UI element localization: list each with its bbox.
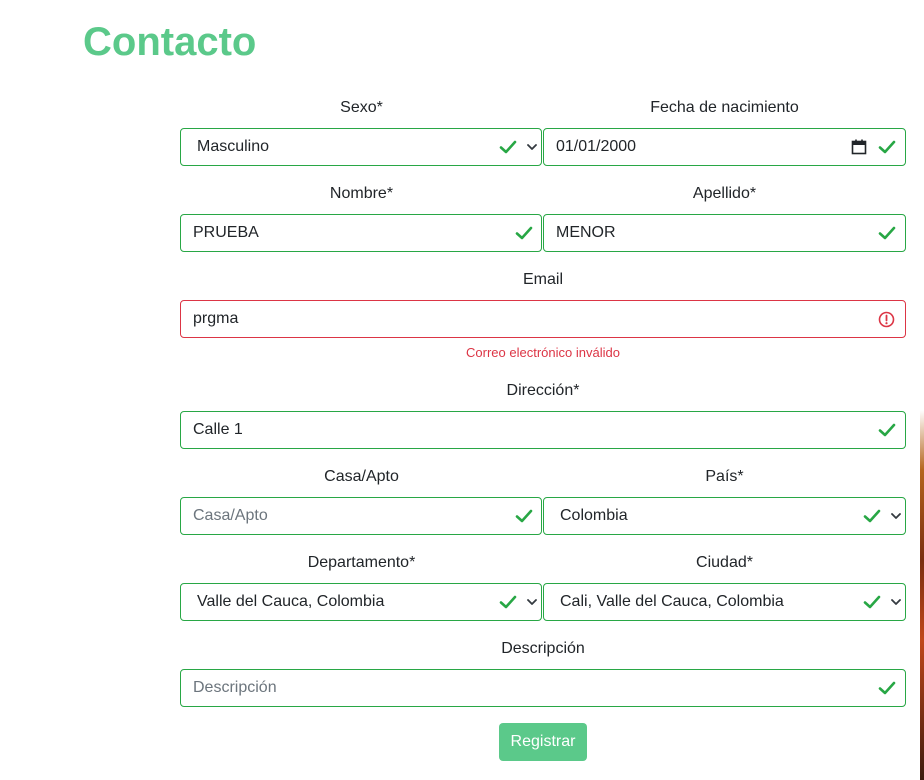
nombre-label: Nombre*: [329, 185, 394, 202]
check-icon: [878, 423, 896, 437]
check-icon: [878, 226, 896, 240]
chevron-down-icon: [891, 599, 901, 605]
descripcion-input[interactable]: Descripción: [180, 669, 906, 707]
casa-apto-label: Casa/Apto: [324, 468, 399, 485]
check-icon: [499, 595, 517, 609]
descripcion-placeholder: Descripción: [193, 679, 277, 696]
email-input[interactable]: prgma: [180, 300, 906, 338]
apellido-value: MENOR: [556, 224, 616, 241]
descripcion-label: Descripción: [501, 640, 585, 657]
direccion-value: Calle 1: [193, 421, 243, 438]
pais-select[interactable]: Colombia: [543, 497, 906, 535]
pais-label: País*: [705, 468, 744, 485]
chevron-down-icon: [891, 513, 901, 519]
ciudad-label: Ciudad*: [696, 554, 753, 571]
check-icon: [515, 509, 533, 523]
fecha-nacimiento-input[interactable]: 01/01/2000: [543, 128, 906, 166]
apellido-label: Apellido*: [692, 185, 757, 202]
background-edge: [920, 0, 924, 780]
apellido-input[interactable]: MENOR: [543, 214, 906, 252]
check-icon: [863, 595, 881, 609]
sexo-label: Sexo*: [340, 99, 383, 116]
registrar-button[interactable]: Registrar: [499, 723, 587, 761]
pais-value: Colombia: [560, 507, 628, 524]
nombre-input[interactable]: PRUEBA: [180, 214, 542, 252]
ciudad-select[interactable]: Cali, Valle del Cauca, Colombia: [543, 583, 906, 621]
sexo-select[interactable]: Masculino: [180, 128, 542, 166]
email-error-message: Correo electrónico inválido: [466, 345, 620, 360]
email-label: Email: [522, 271, 563, 288]
calendar-icon[interactable]: [851, 139, 867, 155]
direccion-label: Dirección*: [506, 382, 580, 399]
ciudad-value: Cali, Valle del Cauca, Colombia: [560, 593, 784, 610]
check-icon: [515, 226, 533, 240]
departamento-select[interactable]: Valle del Cauca, Colombia: [180, 583, 542, 621]
nombre-value: PRUEBA: [193, 224, 259, 241]
departamento-label: Departamento*: [307, 554, 416, 571]
fecha-value: 01/01/2000: [556, 138, 637, 155]
casa-apto-placeholder: Casa/Apto: [193, 507, 268, 524]
check-icon: [878, 681, 896, 695]
chevron-down-icon: [527, 144, 537, 150]
check-icon: [878, 140, 896, 154]
sexo-value: Masculino: [197, 138, 270, 155]
chevron-down-icon: [527, 599, 537, 605]
check-icon: [499, 140, 517, 154]
exclamation-circle-icon: [878, 311, 895, 328]
fecha-label: Fecha de nacimiento: [650, 99, 799, 116]
direccion-input[interactable]: Calle 1: [180, 411, 906, 449]
casa-apto-input[interactable]: Casa/Apto: [180, 497, 542, 535]
email-value: prgma: [193, 310, 239, 327]
departamento-value: Valle del Cauca, Colombia: [197, 593, 385, 610]
check-icon: [863, 509, 881, 523]
page-title: Contacto: [83, 20, 257, 64]
